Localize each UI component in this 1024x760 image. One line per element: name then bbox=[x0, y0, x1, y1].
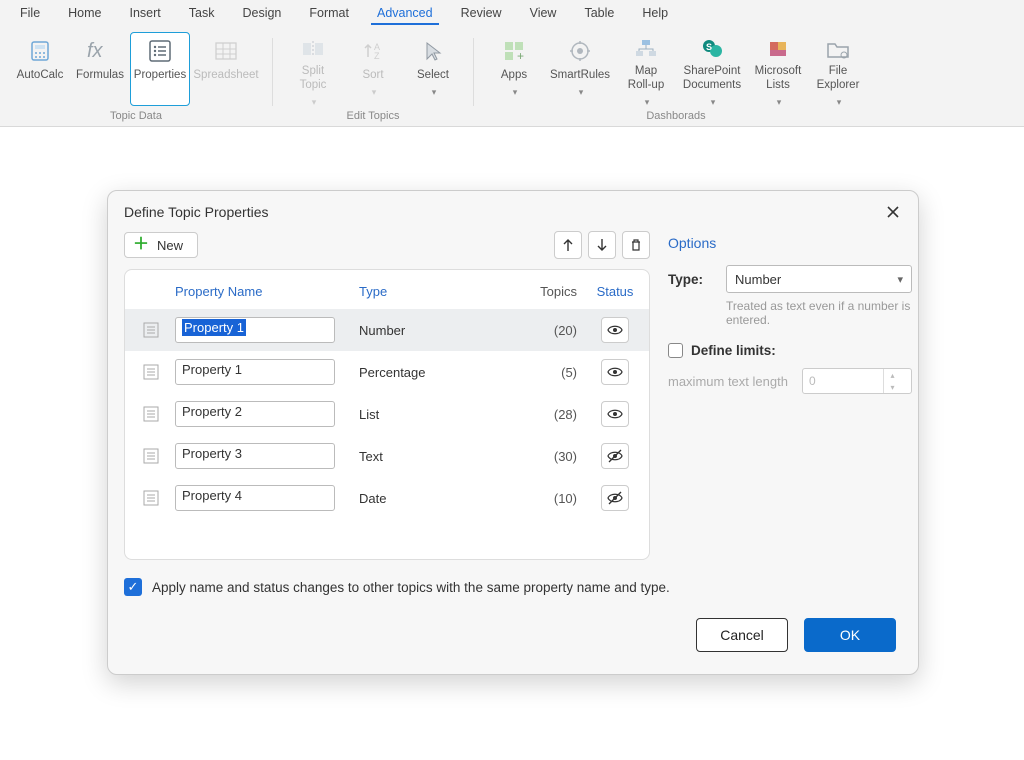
new-property-button[interactable]: ＋ New bbox=[124, 232, 198, 258]
property-name-input[interactable]: Property 3 bbox=[175, 443, 335, 469]
new-label: New bbox=[157, 238, 183, 253]
step-up-icon[interactable]: ▴ bbox=[884, 369, 901, 381]
row-handle-icon bbox=[131, 406, 171, 422]
row-handle-icon bbox=[131, 448, 171, 464]
options-title: Options bbox=[668, 235, 912, 251]
maxlen-input[interactable] bbox=[803, 374, 883, 388]
close-icon bbox=[886, 205, 900, 219]
type-value: Number bbox=[735, 272, 781, 287]
eye-icon bbox=[607, 408, 623, 420]
property-row[interactable]: Property 1 Percentage (5) bbox=[125, 351, 649, 393]
row-handle-icon bbox=[131, 490, 171, 506]
move-up-button[interactable] bbox=[554, 231, 582, 259]
row-handle-icon bbox=[131, 364, 171, 380]
property-name-input[interactable]: Property 1 bbox=[175, 317, 335, 343]
eye-icon bbox=[607, 366, 623, 378]
step-down-icon[interactable]: ▾ bbox=[884, 381, 901, 393]
property-row[interactable]: Property 3 Text (30) bbox=[125, 435, 649, 477]
type-select[interactable]: Number ▾ bbox=[726, 265, 912, 293]
col-topics: Topics bbox=[503, 284, 583, 299]
arrow-up-icon bbox=[562, 238, 574, 252]
arrow-down-icon bbox=[596, 238, 608, 252]
property-topics: (28) bbox=[503, 407, 583, 422]
dialog-title: Define Topic Properties bbox=[124, 204, 268, 220]
row-handle-icon bbox=[131, 322, 171, 338]
type-hint: Treated as text even if a number is ente… bbox=[726, 299, 912, 327]
eye-off-icon bbox=[607, 449, 623, 463]
apply-changes-label: Apply name and status changes to other t… bbox=[152, 580, 670, 595]
type-label: Type: bbox=[668, 272, 714, 287]
property-topics: (10) bbox=[503, 491, 583, 506]
cancel-button[interactable]: Cancel bbox=[696, 618, 788, 652]
maxlen-spinner[interactable]: ▴▾ bbox=[802, 368, 912, 394]
property-topics: (5) bbox=[503, 365, 583, 380]
property-type: Number bbox=[359, 323, 499, 338]
ok-button[interactable]: OK bbox=[804, 618, 896, 652]
chevron-down-icon: ▾ bbox=[897, 273, 903, 286]
visibility-toggle[interactable] bbox=[601, 401, 629, 427]
col-type: Type bbox=[359, 284, 499, 299]
close-button[interactable] bbox=[882, 201, 904, 223]
property-type: Text bbox=[359, 449, 499, 464]
visibility-toggle[interactable] bbox=[601, 317, 629, 343]
property-name-input[interactable]: Property 4 bbox=[175, 485, 335, 511]
define-limits-checkbox[interactable] bbox=[668, 343, 683, 358]
maxlen-label: maximum text length bbox=[668, 374, 788, 389]
property-row[interactable]: Property 2 List (28) bbox=[125, 393, 649, 435]
property-type: Date bbox=[359, 491, 499, 506]
eye-icon bbox=[607, 324, 623, 336]
property-name-input[interactable]: Property 1 bbox=[175, 359, 335, 385]
visibility-toggle[interactable] bbox=[601, 485, 629, 511]
apply-changes-checkbox[interactable]: ✓ bbox=[124, 578, 142, 596]
define-properties-dialog: Define Topic Properties ＋ New bbox=[107, 190, 919, 675]
property-type: Percentage bbox=[359, 365, 499, 380]
property-topics: (30) bbox=[503, 449, 583, 464]
property-name-input[interactable]: Property 2 bbox=[175, 401, 335, 427]
visibility-toggle[interactable] bbox=[601, 443, 629, 469]
move-down-button[interactable] bbox=[588, 231, 616, 259]
property-type: List bbox=[359, 407, 499, 422]
property-topics: (20) bbox=[503, 323, 583, 338]
property-row[interactable]: Property 1 Number (20) bbox=[125, 309, 649, 351]
trash-icon bbox=[629, 238, 643, 252]
col-status: Status bbox=[587, 284, 643, 299]
define-limits-label: Define limits: bbox=[691, 343, 776, 358]
delete-button[interactable] bbox=[622, 231, 650, 259]
visibility-toggle[interactable] bbox=[601, 359, 629, 385]
properties-grid: Property Name Type Topics Status Propert… bbox=[124, 269, 650, 560]
property-row[interactable]: Property 4 Date (10) bbox=[125, 477, 649, 519]
eye-off-icon bbox=[607, 491, 623, 505]
dialog-scrim: Define Topic Properties ＋ New bbox=[0, 0, 1024, 760]
plus-icon: ＋ bbox=[133, 237, 149, 253]
col-name: Property Name bbox=[175, 284, 355, 299]
